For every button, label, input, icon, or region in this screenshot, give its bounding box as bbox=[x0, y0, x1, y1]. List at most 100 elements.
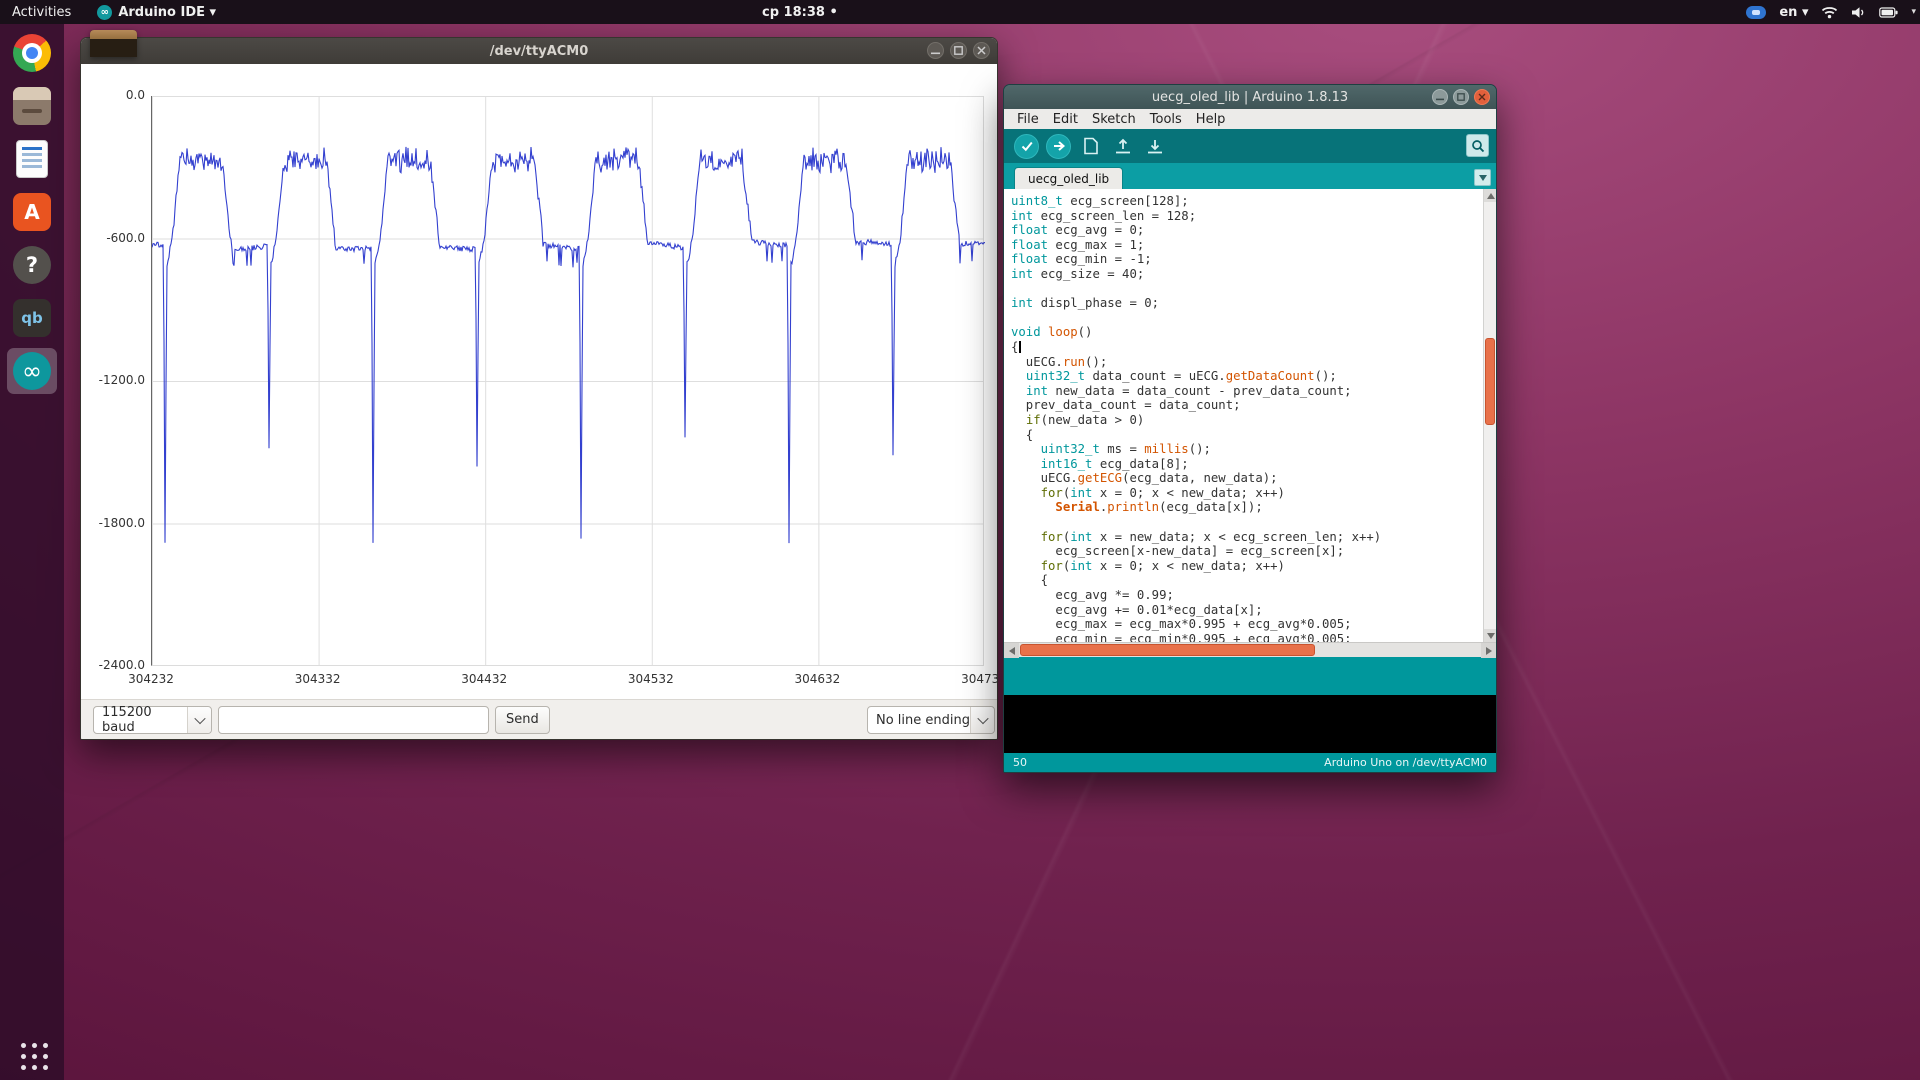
code-line[interactable]: for(int x = 0; x < new_data; x++) bbox=[1011, 559, 1483, 574]
code-line[interactable]: int16_t ecg_data[8]; bbox=[1011, 457, 1483, 472]
open-sketch-button[interactable] bbox=[1110, 134, 1135, 159]
scroll-left-button[interactable] bbox=[1004, 643, 1019, 658]
chrome-icon bbox=[13, 34, 51, 72]
minimize-button[interactable] bbox=[1432, 89, 1448, 105]
code-line[interactable]: int ecg_screen_len = 128; bbox=[1011, 209, 1483, 224]
code-line[interactable]: float ecg_min = -1; bbox=[1011, 252, 1483, 267]
code-line[interactable]: void loop() bbox=[1011, 325, 1483, 340]
screenshare-indicator-icon[interactable] bbox=[1746, 6, 1766, 19]
dock: A ? qb ∞ bbox=[0, 24, 64, 1080]
code-line[interactable] bbox=[1011, 311, 1483, 326]
plotter-controls: 115200 baud Send No line ending bbox=[81, 699, 997, 739]
code-line[interactable]: if(new_data > 0) bbox=[1011, 413, 1483, 428]
code-line[interactable]: int ecg_size = 40; bbox=[1011, 267, 1483, 282]
code-line[interactable]: prev_data_count = data_count; bbox=[1011, 398, 1483, 413]
serial-send-input[interactable] bbox=[218, 706, 489, 734]
show-applications-button[interactable] bbox=[17, 1039, 48, 1070]
maximize-button[interactable] bbox=[1453, 89, 1469, 105]
battery-icon[interactable] bbox=[1879, 7, 1898, 18]
menu-sketch[interactable]: Sketch bbox=[1085, 112, 1143, 127]
code-line[interactable]: uint32_t ms = millis(); bbox=[1011, 442, 1483, 457]
volume-icon[interactable] bbox=[1851, 6, 1866, 19]
code-line[interactable]: ecg_avg *= 0.99; bbox=[1011, 588, 1483, 603]
code-line[interactable]: int displ_phase = 0; bbox=[1011, 296, 1483, 311]
tab-uecg-oled-lib[interactable]: uecg_oled_lib bbox=[1014, 167, 1123, 189]
background-window-fragment[interactable] bbox=[90, 30, 137, 57]
horizontal-scroll-thumb[interactable] bbox=[1020, 644, 1315, 656]
code-line[interactable]: ecg_min = ecg_min*0.995 + ecg_avg*0.005; bbox=[1011, 632, 1483, 642]
x-axis-label: 304332 bbox=[278, 672, 358, 686]
code-line[interactable]: uint8_t ecg_screen[128]; bbox=[1011, 194, 1483, 209]
verify-button[interactable] bbox=[1014, 134, 1039, 159]
menu-help[interactable]: Help bbox=[1189, 112, 1233, 127]
tab-list-button[interactable] bbox=[1474, 169, 1491, 186]
code-line[interactable] bbox=[1011, 515, 1483, 530]
send-button[interactable]: Send bbox=[495, 706, 550, 734]
ide-tabbar: uecg_oled_lib bbox=[1004, 163, 1496, 189]
minimize-button[interactable] bbox=[927, 42, 944, 59]
maximize-button[interactable] bbox=[950, 42, 967, 59]
code-editor[interactable]: uint8_t ecg_screen[128];int ecg_screen_l… bbox=[1004, 189, 1496, 642]
dock-item-files[interactable] bbox=[7, 83, 57, 129]
ecg-chart bbox=[151, 96, 984, 666]
x-axis-label: 304632 bbox=[777, 672, 857, 686]
x-axis-label: 304432 bbox=[444, 672, 524, 686]
code-line[interactable]: ecg_screen[x-new_data] = ecg_screen[x]; bbox=[1011, 544, 1483, 559]
scroll-up-button[interactable] bbox=[1484, 189, 1496, 202]
code-line[interactable]: uECG.getECG(ecg_data, new_data); bbox=[1011, 471, 1483, 486]
dock-item-writer[interactable] bbox=[7, 136, 57, 182]
new-sketch-button[interactable] bbox=[1078, 134, 1103, 159]
upload-button[interactable] bbox=[1046, 134, 1071, 159]
code-line[interactable]: { bbox=[1011, 340, 1483, 355]
code-line[interactable]: { bbox=[1011, 573, 1483, 588]
menu-file[interactable]: File bbox=[1010, 112, 1046, 127]
ide-titlebar[interactable]: uecg_oled_lib | Arduino 1.8.13 bbox=[1004, 85, 1496, 109]
app-menu-button[interactable]: ∞ Arduino IDE ▾ bbox=[97, 5, 216, 20]
scroll-right-button[interactable] bbox=[1481, 643, 1496, 658]
code-line[interactable]: Serial.println(ecg_data[x]); bbox=[1011, 500, 1483, 515]
baud-rate-select[interactable]: 115200 baud bbox=[93, 706, 212, 734]
horizontal-scrollbar[interactable] bbox=[1004, 642, 1496, 657]
menu-edit[interactable]: Edit bbox=[1046, 112, 1085, 127]
code-line[interactable]: ecg_max = ecg_max*0.995 + ecg_avg*0.005; bbox=[1011, 617, 1483, 632]
code-line[interactable]: for(int x = 0; x < new_data; x++) bbox=[1011, 486, 1483, 501]
close-button[interactable] bbox=[1474, 89, 1490, 105]
dock-item-arduino[interactable]: ∞ bbox=[7, 348, 57, 394]
y-axis-label: -600.0 bbox=[83, 231, 145, 245]
save-sketch-button[interactable] bbox=[1142, 134, 1167, 159]
y-axis-label: -1200.0 bbox=[83, 373, 145, 387]
code-line[interactable]: uECG.run(); bbox=[1011, 355, 1483, 370]
code-line[interactable]: ecg_avg += 0.01*ecg_data[x]; bbox=[1011, 603, 1483, 618]
dock-item-chrome[interactable] bbox=[7, 30, 57, 76]
plotter-title: /dev/ttyACM0 bbox=[490, 44, 589, 59]
ide-statusbar: 50 Arduino Uno on /dev/ttyACM0 bbox=[1004, 753, 1496, 772]
vertical-scroll-thumb[interactable] bbox=[1485, 338, 1495, 424]
menu-tools[interactable]: Tools bbox=[1143, 112, 1189, 127]
plotter-titlebar[interactable]: /dev/ttyACM0 bbox=[81, 38, 997, 64]
dock-item-help[interactable]: ? bbox=[7, 242, 57, 288]
clock-menu[interactable]: cp 18:38 • bbox=[762, 0, 838, 24]
code-line[interactable]: for(int x = new_data; x < ecg_screen_len… bbox=[1011, 530, 1483, 545]
code-line[interactable] bbox=[1011, 282, 1483, 297]
writer-icon bbox=[16, 140, 48, 178]
dock-item-software[interactable]: A bbox=[7, 189, 57, 235]
code-line[interactable]: uint32_t data_count = uECG.getDataCount(… bbox=[1011, 369, 1483, 384]
scroll-down-button[interactable] bbox=[1484, 629, 1496, 642]
keyboard-layout-menu[interactable]: en ▾ bbox=[1779, 5, 1808, 20]
wifi-icon[interactable] bbox=[1821, 6, 1838, 19]
qbittorrent-icon: qb bbox=[13, 299, 51, 337]
arduino-icon: ∞ bbox=[13, 352, 51, 390]
line-ending-select[interactable]: No line ending bbox=[867, 706, 995, 734]
code-line[interactable]: float ecg_avg = 0; bbox=[1011, 223, 1483, 238]
close-button[interactable] bbox=[973, 42, 990, 59]
fragment-titlebar bbox=[90, 30, 137, 39]
code-line[interactable]: float ecg_max = 1; bbox=[1011, 238, 1483, 253]
system-menu-chevron-icon[interactable]: ▾ bbox=[1911, 7, 1916, 17]
code-line[interactable]: { bbox=[1011, 428, 1483, 443]
vertical-scrollbar[interactable] bbox=[1483, 189, 1496, 642]
activities-button[interactable]: Activities bbox=[0, 0, 83, 24]
serial-monitor-button[interactable] bbox=[1466, 134, 1489, 157]
dock-item-qbittorrent[interactable]: qb bbox=[7, 295, 57, 341]
code-line[interactable]: int new_data = data_count - prev_data_co… bbox=[1011, 384, 1483, 399]
files-icon bbox=[13, 87, 51, 125]
